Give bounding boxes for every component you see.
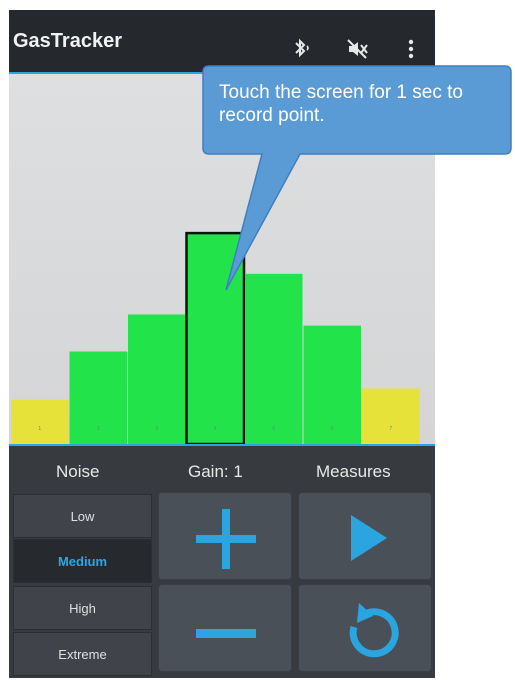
bar-3: [128, 314, 186, 444]
bar-1: [11, 399, 69, 444]
overflow-menu-icon[interactable]: [398, 36, 424, 62]
callout-text: Touch the screen for 1 sec to record poi…: [219, 82, 463, 126]
start-measure-button[interactable]: [298, 492, 432, 580]
play-icon: [351, 515, 387, 561]
bar-4: [185, 231, 246, 446]
noise-option-low[interactable]: Low: [13, 494, 152, 538]
measures-label: Measures: [316, 462, 391, 481]
bar-label-2: 2: [97, 426, 100, 432]
bar-label-5: 5: [272, 426, 275, 432]
gain-increase-button[interactable]: [158, 492, 292, 580]
reset-icon: [349, 603, 399, 658]
gain-label: Gain: 1: [188, 462, 243, 481]
noise-option-high[interactable]: High: [13, 586, 152, 630]
reset-button[interactable]: [298, 584, 432, 672]
bar-5: [245, 273, 303, 444]
bar-label-4: 4: [214, 426, 217, 432]
noise-option-medium[interactable]: Medium: [13, 539, 152, 583]
bar-label-6: 6: [331, 426, 334, 432]
bar-chart-svg: 1 2 3 4 5 6 7: [11, 231, 420, 446]
bluetooth-icon[interactable]: [288, 36, 314, 62]
app-bar: GasTracker: [9, 10, 435, 72]
bar-label-1: 1: [38, 426, 41, 432]
bar-7: [362, 388, 420, 444]
plus-icon: [196, 509, 256, 569]
mute-icon[interactable]: [344, 36, 370, 62]
noise-label: Noise: [56, 462, 100, 481]
app-title: GasTracker: [13, 30, 122, 52]
gas-level-chart[interactable]: 1 2 3 4 5 6 7: [9, 74, 435, 448]
bar-label-3: 3: [155, 426, 158, 432]
bar-label-7: 7: [389, 426, 392, 432]
gain-decrease-button[interactable]: [158, 584, 292, 672]
control-panel: Noise Gain: 1 Measures Low Medium High E…: [9, 446, 435, 678]
minus-icon: [196, 629, 256, 638]
noise-option-extreme[interactable]: Extreme: [13, 632, 152, 676]
